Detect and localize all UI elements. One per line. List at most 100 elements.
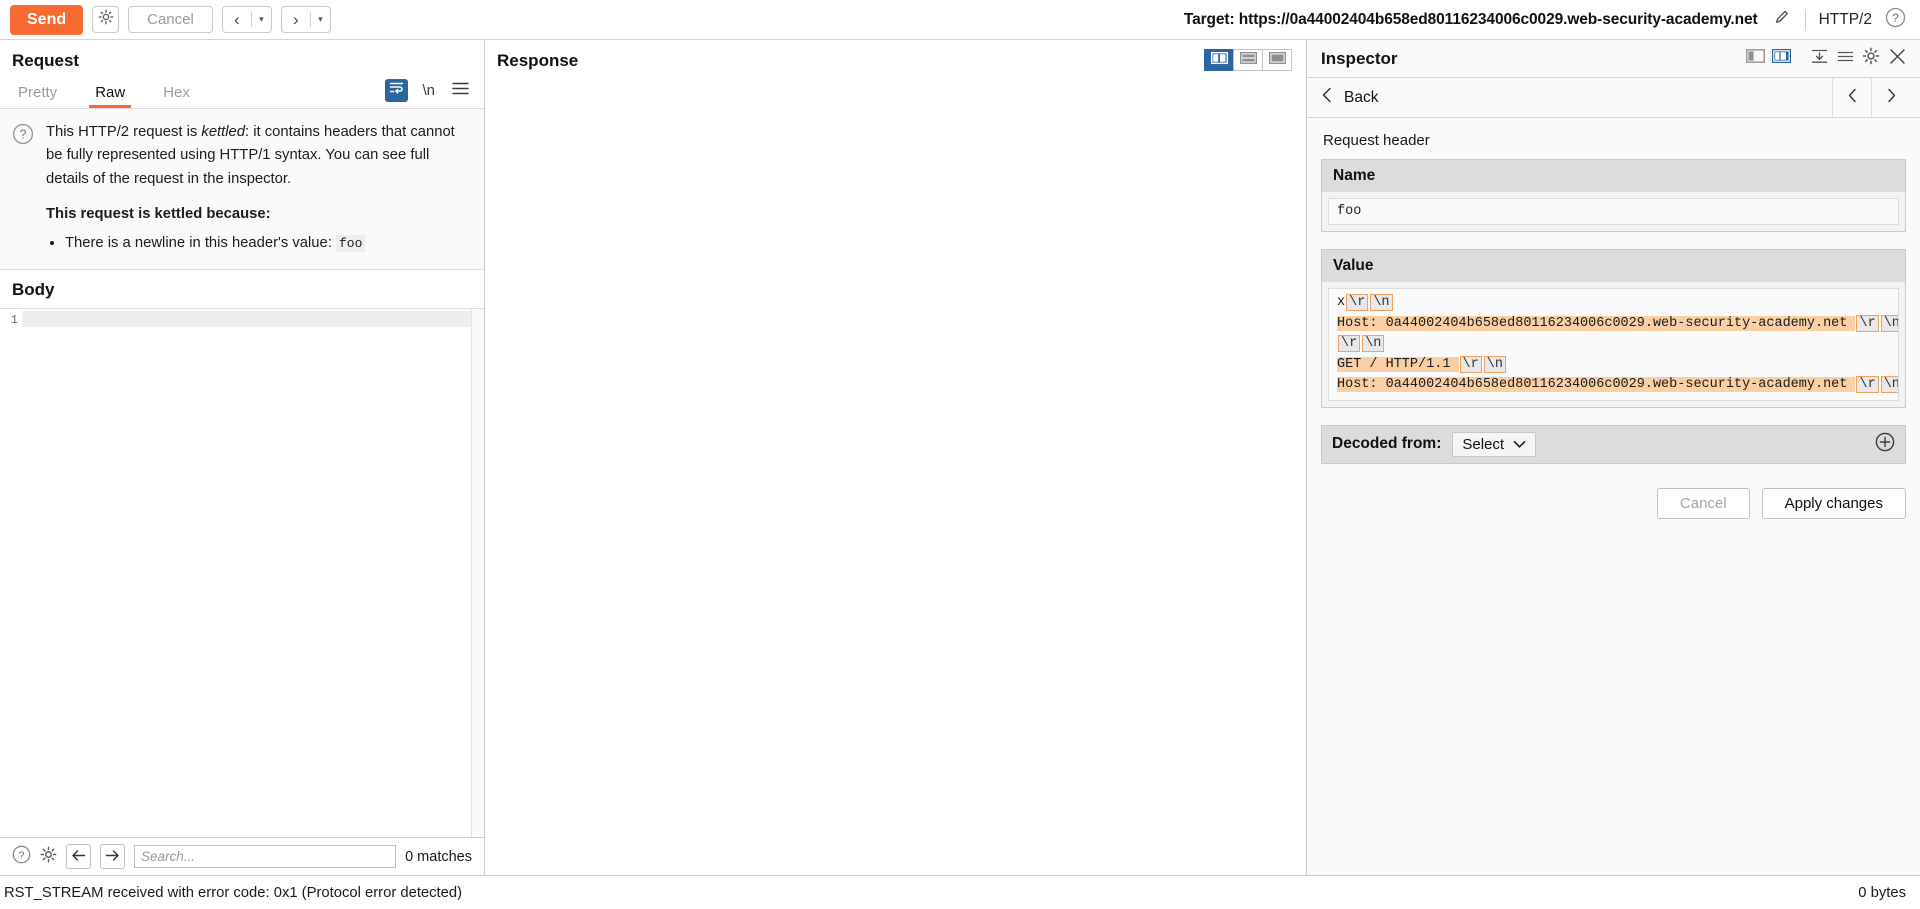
- top-toolbar: Send Cancel ‹ ▾ › ▾ Target: https://0a44…: [0, 0, 1920, 40]
- question-circle-icon: ?: [1885, 15, 1906, 32]
- value-card-body: x\r\nHost: 0a44002404b658ed80116234006c0…: [1322, 282, 1905, 407]
- chevron-right-icon: [1886, 88, 1897, 108]
- editor-text-area[interactable]: [22, 309, 484, 837]
- plus-circle-icon: [1875, 439, 1895, 456]
- panel-left-button[interactable]: [1742, 47, 1768, 71]
- collapse-all-icon: [1811, 49, 1828, 69]
- tab-pretty[interactable]: Pretty: [12, 84, 63, 108]
- find-help-button[interactable]: ?: [12, 845, 31, 869]
- header-value-field[interactable]: x\r\nHost: 0a44002404b658ed80116234006c0…: [1328, 288, 1899, 401]
- http-version-label: HTTP/2: [1819, 11, 1872, 29]
- escape-token: \r: [1856, 315, 1878, 332]
- word-wrap-toggle[interactable]: [385, 79, 408, 102]
- find-next-button[interactable]: [100, 844, 125, 869]
- expand-all-icon: [1837, 49, 1854, 69]
- word-wrap-icon: [389, 81, 404, 100]
- notice-bullet-list: There is a newline in this header's valu…: [46, 232, 470, 255]
- current-line-highlight: [22, 311, 471, 327]
- stacked-layout-button[interactable]: [1233, 49, 1263, 71]
- status-bar: RST_STREAM received with error code: 0x1…: [0, 875, 1920, 909]
- section-label: Request header: [1323, 132, 1906, 149]
- collapse-all-button[interactable]: [1806, 47, 1832, 71]
- inspector-action-buttons: Cancel Apply changes: [1321, 488, 1906, 519]
- back-button[interactable]: Back: [1321, 87, 1378, 108]
- response-panel: Response: [485, 40, 1307, 875]
- caret-down-icon[interactable]: ▾: [252, 7, 271, 32]
- request-menu-button[interactable]: [449, 82, 472, 99]
- response-body[interactable]: [485, 86, 1306, 875]
- target-label: Target: https://0a44002404b658ed80116234…: [1184, 11, 1758, 29]
- plain-text: x: [1337, 295, 1345, 310]
- inspector-content: Request header Name foo Value x\r\nHost:…: [1307, 118, 1920, 875]
- history-prev-split-button[interactable]: ‹ ▾: [222, 6, 272, 33]
- request-settings-button[interactable]: [92, 6, 119, 33]
- decoded-from-value: Select: [1462, 436, 1504, 453]
- name-card-body: foo: [1322, 192, 1905, 231]
- status-size: 0 bytes: [1858, 885, 1906, 901]
- inspector-prev-button[interactable]: [1832, 78, 1871, 117]
- repeater-window: Send Cancel ‹ ▾ › ▾ Target: https://0a44…: [0, 0, 1920, 909]
- hamburger-menu-icon: [452, 82, 469, 99]
- find-prev-button[interactable]: [66, 844, 91, 869]
- side-by-side-layout-button[interactable]: [1204, 49, 1234, 71]
- apply-changes-button[interactable]: Apply changes: [1762, 488, 1906, 519]
- send-button[interactable]: Send: [10, 5, 83, 35]
- notice-help-icon-wrap[interactable]: ?: [12, 121, 34, 255]
- inspector-settings-button[interactable]: [1858, 47, 1884, 71]
- kettled-notice: ? This HTTP/2 request is kettled: it con…: [0, 109, 484, 270]
- add-decoder-button[interactable]: [1875, 432, 1895, 457]
- search-input[interactable]: [134, 845, 396, 868]
- inspector-nav-buttons: [1832, 78, 1910, 117]
- arrow-left-icon: [71, 849, 86, 865]
- request-panel: Request Pretty Raw Hex \n: [0, 40, 485, 875]
- arrow-right-icon: [105, 849, 120, 865]
- value-line: \r\n: [1329, 334, 1898, 355]
- cancel-button[interactable]: Cancel: [128, 6, 213, 33]
- inspector-close-button[interactable]: [1884, 47, 1910, 71]
- tab-hex[interactable]: Hex: [157, 84, 196, 108]
- single-layout-button[interactable]: [1262, 49, 1292, 71]
- escape-token: \n: [1370, 294, 1392, 311]
- caret-down-icon[interactable]: ▾: [311, 7, 330, 32]
- chevron-right-icon[interactable]: ›: [282, 7, 310, 32]
- escape-token: \n: [1362, 335, 1384, 352]
- panel-right-button[interactable]: [1768, 47, 1794, 71]
- show-newlines-toggle[interactable]: \n: [419, 82, 438, 99]
- expand-all-button[interactable]: [1832, 47, 1858, 71]
- chevron-left-icon: [1321, 87, 1333, 108]
- value-line: GET / HTTP/1.1 \r\n: [1329, 355, 1898, 376]
- history-next-split-button[interactable]: › ▾: [281, 6, 331, 33]
- header-name-field[interactable]: foo: [1328, 198, 1899, 225]
- find-settings-button[interactable]: [40, 846, 57, 868]
- edit-target-button[interactable]: [1772, 7, 1792, 32]
- gear-icon: [98, 9, 114, 30]
- pencil-icon: [1772, 14, 1792, 31]
- panel-split-horizontal-icon: [1240, 51, 1257, 69]
- panel-left-icon: [1746, 49, 1765, 68]
- chevron-left-icon[interactable]: ‹: [223, 7, 251, 32]
- decoded-from-select[interactable]: Select: [1452, 432, 1536, 457]
- bullet-text: There is a newline in this header's valu…: [65, 235, 336, 251]
- inspector-cancel-button[interactable]: Cancel: [1657, 488, 1750, 519]
- escape-token: \n: [1881, 315, 1899, 332]
- response-title: Response: [497, 51, 578, 71]
- panel-split-vertical-icon: [1211, 51, 1228, 69]
- inspector-header: Inspector: [1307, 40, 1920, 78]
- close-icon: [1889, 48, 1906, 70]
- request-body-editor[interactable]: 1: [0, 308, 484, 837]
- help-button[interactable]: ?: [1885, 7, 1906, 33]
- inspector-back-bar: Back: [1307, 78, 1920, 118]
- value-card-header: Value: [1322, 250, 1905, 282]
- inspector-next-button[interactable]: [1871, 78, 1910, 117]
- highlighted-text: GET / HTTP/1.1: [1337, 357, 1459, 372]
- inspector-panel: Inspector: [1307, 40, 1920, 875]
- value-line: Host: 0a44002404b658ed80116234006c0029.w…: [1329, 314, 1898, 335]
- list-item: There is a newline in this header's valu…: [65, 232, 470, 255]
- escape-token: \n: [1881, 376, 1899, 393]
- tab-raw[interactable]: Raw: [89, 84, 131, 108]
- highlighted-text: Host: 0a44002404b658ed80116234006c0029.w…: [1337, 316, 1855, 331]
- svg-text:?: ?: [20, 127, 27, 141]
- highlighted-text: Host: 0a44002404b658ed80116234006c0029.w…: [1337, 377, 1855, 392]
- value-line: x\r\n: [1329, 293, 1898, 314]
- editor-scrollbar[interactable]: [471, 309, 484, 837]
